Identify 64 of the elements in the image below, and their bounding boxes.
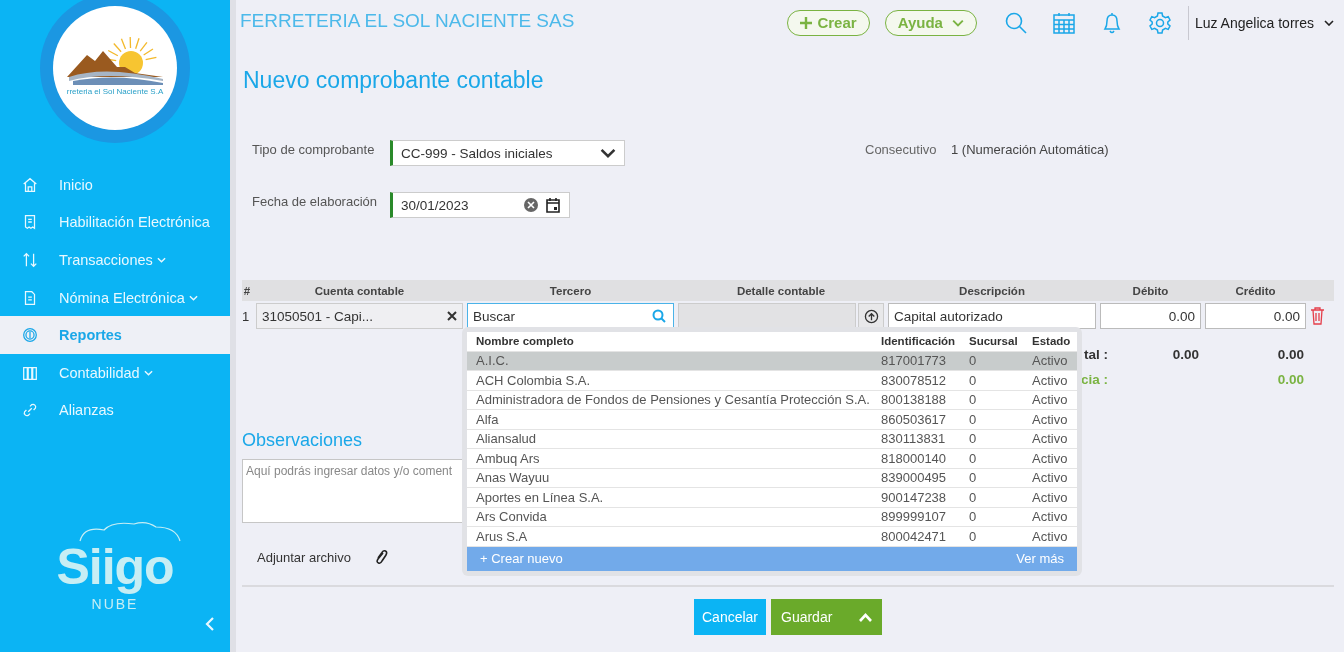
dropdown-option[interactable]: Anas Wayuu 839000495 0 Activo — [467, 468, 1077, 488]
date-field[interactable]: 30/01/2023 — [390, 192, 570, 218]
dropdown-option[interactable]: Ambuq Ars 818000140 0 Activo — [467, 449, 1077, 469]
column-header: Identificación — [881, 335, 957, 348]
dropdown-option[interactable]: Ars Convida 899999107 0 Activo — [467, 507, 1077, 527]
collapse-icon[interactable] — [205, 616, 215, 632]
section-title: Observaciones — [242, 430, 363, 451]
dropdown-option[interactable]: ACH Colombia S.A. 830078512 0 Activo — [467, 371, 1077, 391]
chevron-icon — [1324, 19, 1334, 26]
credit-total: 0.00 — [1277, 372, 1305, 387]
column-header: Descripción — [958, 284, 1026, 297]
debit-total: 0.00 — [1172, 347, 1200, 362]
dropdown-option[interactable]: Aportes en Línea S.A. 900147238 0 Activo — [467, 488, 1077, 508]
voucher-type-select[interactable]: CC-999 - Saldos iniciales — [390, 140, 625, 166]
column-header: Débito — [1131, 284, 1170, 297]
column-header: # — [242, 284, 252, 297]
home-icon — [21, 175, 39, 194]
column-header: Nombre completo — [476, 335, 575, 348]
page-title: Nuevo comprobante contable — [243, 67, 545, 95]
column-header: Sucursal — [969, 335, 1019, 348]
column-header: Tercero — [548, 284, 593, 297]
field-label: Tipo de comprobante — [252, 141, 376, 157]
column-header: Crédito — [1234, 284, 1277, 297]
observations-field[interactable]: Aquí podrás ingresar datos y/o coment — [242, 459, 464, 523]
settings-icon[interactable] — [1147, 10, 1172, 35]
coin-icon — [21, 326, 39, 345]
credit-field[interactable]: 0.00 — [1205, 303, 1306, 329]
clear-icon[interactable] — [523, 197, 539, 213]
trash-icon[interactable] — [1310, 307, 1325, 325]
upload-icon — [863, 308, 879, 324]
column-header: Estado — [1032, 335, 1072, 348]
search-icon[interactable] — [1003, 10, 1028, 35]
cloud-icon — [78, 520, 182, 542]
row-number: 1 — [242, 308, 251, 324]
dropdown-option[interactable]: Aliansalud 830113831 0 Activo — [467, 429, 1077, 449]
close-icon[interactable] — [447, 311, 457, 321]
search-icon[interactable] — [652, 309, 666, 323]
field-label: Consecutivo — [865, 141, 938, 157]
account-field[interactable]: 31050501 - Capi... — [256, 303, 463, 329]
caret-icon — [859, 612, 872, 622]
plus-icon — [800, 16, 813, 29]
attach-label: Adjuntar archivo — [257, 549, 351, 565]
debit-field[interactable]: 0.00 — [1100, 303, 1201, 329]
user-menu[interactable]: Luz Angelica torres — [1194, 14, 1334, 31]
field-value: 1 (Numeración Automática) — [951, 141, 1110, 157]
search-field[interactable]: Buscar — [467, 303, 674, 329]
dropdown-option[interactable]: A.I.C. 817001773 0 Activo — [467, 351, 1077, 371]
calendar-icon[interactable] — [545, 197, 561, 213]
dropdown-option[interactable]: Alfa 860503617 0 Activo — [467, 410, 1077, 430]
dropdown-option[interactable]: Arus S.A 800042471 0 Activo — [467, 527, 1077, 547]
description-field[interactable]: Capital autorizado — [888, 303, 1096, 329]
brand-logo: Siigo — [56, 542, 174, 592]
brand-subtitle: NUBE — [91, 596, 139, 612]
total-label: cia : — [1081, 372, 1109, 387]
column-header: Detalle contable — [735, 284, 827, 297]
credit-total: 0.00 — [1277, 347, 1305, 362]
field-label: Fecha de elaboración — [252, 193, 379, 209]
company-name: FERRETERIA EL SOL NACIENTE SAS — [240, 9, 576, 32]
upload-button[interactable] — [858, 303, 884, 329]
total-label: tal : — [1084, 347, 1109, 362]
dropdown-option[interactable]: Administradora de Fondos de Pensiones y Cesantía Protección S.A. 800138188 0 Activo — [467, 390, 1077, 410]
column-header: Cuenta contable — [313, 284, 406, 297]
logo-text: rreteria el Sol Naciente S.A — [66, 86, 164, 96]
arrows-icon — [21, 251, 39, 269]
